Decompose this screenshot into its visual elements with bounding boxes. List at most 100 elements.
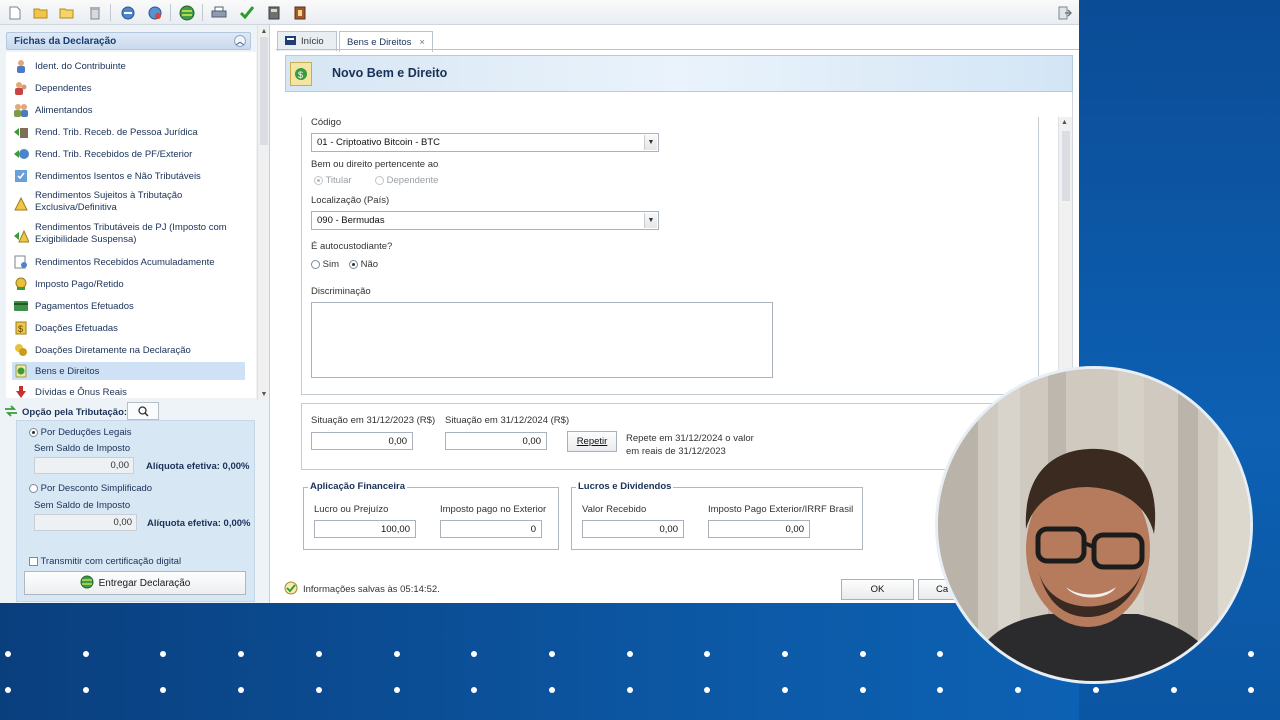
repete-text-2: em reais de 31/12/2023: [626, 446, 726, 457]
sidebar-item-alimentandos[interactable]: Alimentandos: [12, 102, 245, 118]
swap-icon: [4, 404, 18, 420]
decor-dot: [626, 651, 633, 657]
sidebar-item-ident[interactable]: Ident. do Contribuinte: [12, 58, 245, 74]
decor-dot: [937, 687, 944, 693]
sidebar-item-doacoes-direta[interactable]: Doações Diretamente na Declaração: [12, 342, 245, 358]
saldo-label-2: Sem Saldo de Imposto: [34, 500, 131, 511]
saldo-field-1: 0,00: [34, 457, 134, 474]
ok-button[interactable]: OK: [841, 579, 914, 600]
left-panel: Fichas da Declaração ︿ Ident. do Contrib…: [0, 25, 270, 603]
situacao-2024-input[interactable]: 0,00: [445, 432, 547, 450]
sidebar-item-acumulados[interactable]: Rendimentos Recebidos Acumuladamente: [12, 254, 245, 270]
decor-dot: [1248, 651, 1255, 657]
scroll-up-icon[interactable]: ▲: [1061, 119, 1068, 126]
repetir-button[interactable]: Repetir: [567, 431, 617, 452]
radio-titular[interactable]: Titular: [314, 175, 352, 186]
discriminacao-label: Discriminação: [311, 286, 371, 297]
folder-icon[interactable]: [58, 4, 76, 21]
saldo-field-2: 0,00: [34, 514, 137, 531]
person-icon: [12, 58, 30, 74]
aliquota-1: Alíquota efetiva: 0,00%: [146, 461, 250, 472]
imposto-irrf-input[interactable]: 0,00: [708, 520, 810, 538]
sidebar-item-imposto-pago[interactable]: Imposto Pago/Retido: [12, 276, 245, 292]
decor-dot: [82, 687, 89, 693]
exempt-icon: [12, 168, 30, 184]
dependents-icon: [12, 80, 30, 96]
codigo-select[interactable]: 01 - Criptoativo Bitcoin - BTC ▼: [311, 133, 659, 152]
sidebar-item-exigibilidade[interactable]: Rendimentos Tributáveis de PJ (Imposto c…: [12, 222, 245, 250]
tab-divider: [276, 49, 1079, 50]
fichas-title: Fichas da Declaração: [14, 35, 117, 47]
decor-dot: [782, 687, 788, 693]
new-icon[interactable]: [6, 4, 24, 21]
scroll-down-icon[interactable]: ▼: [258, 388, 270, 400]
assets-icon: $: [290, 62, 312, 86]
discriminacao-textarea[interactable]: [311, 302, 773, 378]
sidebar-item-doacoes[interactable]: $ Doações Efetuadas: [12, 320, 245, 336]
radio-nao[interactable]: Não: [349, 259, 378, 270]
internet-icon[interactable]: [146, 4, 164, 21]
radio-deducoes[interactable]: Por Deduções Legais: [29, 427, 131, 438]
pf-income-icon: [12, 146, 30, 162]
sidebar-item-bens[interactable]: Bens e Direitos: [12, 362, 245, 380]
radio-simplificado[interactable]: Por Desconto Simplificado: [29, 483, 152, 494]
decor-dot: [393, 651, 400, 657]
sidebar-item-dividas[interactable]: Dívidas e Ônus Reais: [12, 384, 245, 398]
entregar-button[interactable]: Entregar Declaração: [24, 571, 246, 595]
decor-dot: [393, 687, 400, 693]
delete-icon[interactable]: [86, 4, 104, 21]
decor-dot: [5, 651, 11, 657]
sidebar-item-dependentes[interactable]: Dependentes: [12, 80, 245, 96]
radio-sim[interactable]: Sim: [311, 259, 339, 270]
decor-dot: [160, 687, 167, 693]
form-scrollbar[interactable]: ▲: [1058, 117, 1072, 395]
localizacao-label: Localização (País): [311, 195, 390, 206]
imposto-exterior-input[interactable]: 0: [440, 520, 542, 538]
repete-text-1: Repete em 31/12/2024 o valor: [626, 433, 754, 444]
situacao-2023-label: Situação em 31/12/2023 (R$): [311, 415, 436, 426]
close-icon[interactable]: ×: [419, 37, 425, 48]
scroll-thumb[interactable]: [1062, 131, 1070, 201]
decor-dot: [548, 687, 555, 693]
status-bar: Informações salvas às 05:14:52.: [283, 581, 440, 598]
situacao-2023-input[interactable]: 0,00: [311, 432, 413, 450]
sidebar-item-rend-pj[interactable]: Rend. Trib. Receb. de Pessoa Jurídica: [12, 124, 245, 140]
lucro-input[interactable]: 100,00: [314, 520, 416, 538]
check-icon[interactable]: [238, 4, 256, 21]
fichas-header[interactable]: Fichas da Declaração ︿: [6, 32, 251, 50]
open-icon[interactable]: [32, 4, 50, 21]
sidebar-item-rend-pf[interactable]: Rend. Trib. Recebidos de PF/Exterior: [12, 146, 245, 162]
sidebar-scrollbar[interactable]: ▲ ▼: [257, 25, 269, 400]
localizacao-select[interactable]: 090 - Bermudas ▼: [311, 211, 659, 230]
sidebar-item-pagamentos[interactable]: Pagamentos Efetuados: [12, 298, 245, 314]
tab-inicio[interactable]: Início: [277, 31, 337, 51]
valor-recebido-input[interactable]: 0,00: [582, 520, 684, 538]
search-button[interactable]: [127, 402, 159, 420]
toolbar: [0, 0, 1079, 25]
debts-icon: [12, 384, 30, 398]
decor-dot: [315, 687, 322, 693]
decor-dot: [548, 651, 555, 657]
accumulated-icon: [12, 254, 30, 270]
book-icon[interactable]: [291, 4, 309, 21]
scroll-thumb[interactable]: [260, 37, 268, 145]
sidebar-item-exclusiva[interactable]: Rendimentos Sujeitos à Tributação Exclus…: [12, 190, 245, 218]
decor-dot: [238, 651, 245, 657]
decor-dot: [626, 687, 633, 693]
radio-dependente[interactable]: Dependente: [375, 175, 438, 186]
sidebar-item-isentos[interactable]: Rendimentos Isentos e Não Tributáveis: [12, 168, 245, 184]
exit-icon[interactable]: [1056, 4, 1074, 21]
recover-icon[interactable]: [119, 4, 137, 21]
scroll-up-icon[interactable]: ▲: [258, 25, 270, 37]
codigo-label: Código: [311, 117, 342, 128]
print-icon[interactable]: [210, 4, 228, 21]
app-window: Fichas da Declaração ︿ Ident. do Contrib…: [0, 0, 1079, 603]
globe-icon[interactable]: [178, 4, 196, 21]
situacao-2024-label: Situação em 31/12/2024 (R$): [445, 415, 570, 426]
calculator-icon[interactable]: [265, 4, 283, 21]
decor-dot: [160, 651, 167, 657]
chevron-up-icon[interactable]: ︿: [234, 35, 246, 47]
cert-checkbox[interactable]: Transmitir com certificação digital: [29, 556, 181, 567]
saldo-label-1: Sem Saldo de Imposto: [34, 443, 131, 454]
search-icon: [137, 405, 149, 417]
